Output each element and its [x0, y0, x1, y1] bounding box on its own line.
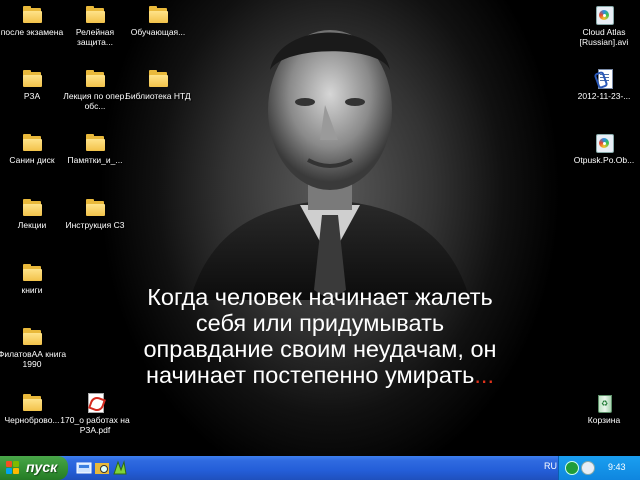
desktop-icon-obuchayushchaya[interactable]: Обучающая...: [122, 4, 194, 37]
desktop-icon-rza[interactable]: РЗА: [0, 68, 68, 101]
folder-icon: [21, 4, 43, 24]
volume-icon[interactable]: [581, 461, 595, 475]
desktop-icon-biblioteka-ntd[interactable]: Библиотека НТД: [122, 68, 194, 101]
start-label: пуск: [26, 459, 58, 475]
folder-icon: [84, 197, 106, 217]
icon-label: 2012-11-23-...: [577, 91, 631, 101]
desktop: Когда человек начинает жалеть себя или п…: [0, 0, 640, 456]
folder-icon: [84, 4, 106, 24]
pdf-icon: [84, 392, 106, 413]
show-desktop-icon[interactable]: [76, 460, 92, 476]
quote-ellipsis: ...: [474, 362, 494, 388]
desktop-icon-cloud-atlas[interactable]: Cloud Atlas [Russian].avi: [568, 4, 640, 47]
document-icon: [593, 68, 615, 90]
icon-label: после экзамена: [0, 27, 64, 37]
desktop-icon-sanin-disk[interactable]: Санин диск: [0, 132, 68, 165]
icon-label: 170_о работах на РЗА.pdf: [60, 415, 130, 435]
icon-label: Черноброво...: [4, 415, 60, 425]
desktop-icon-recycle-bin[interactable]: ♻ Корзина: [568, 392, 640, 425]
quote-text: Когда человек начинает жалеть себя или п…: [143, 284, 497, 388]
icon-label: Корзина: [587, 415, 621, 425]
desktop-icon-filatov[interactable]: ФилатовАА книга 1990: [0, 326, 68, 369]
folder-icon: [21, 392, 43, 412]
icon-label: Лекции: [17, 220, 47, 230]
desktop-icon-otpusk[interactable]: Otpusk.Po.Ob...: [568, 132, 640, 165]
folder-icon: [147, 68, 169, 88]
icon-label: Лекция по опер. обс...: [63, 91, 127, 111]
network-icon[interactable]: [565, 461, 579, 475]
icon-label: ФилатовАА книга 1990: [0, 349, 67, 369]
folder-icon: [147, 4, 169, 24]
folder-icon: [84, 68, 106, 88]
desktop-icon-knigi[interactable]: книги: [0, 262, 68, 295]
taskbar: пуск RU 9:43: [0, 456, 640, 480]
explorer-icon[interactable]: [94, 460, 110, 476]
desktop-icon-instruktsiya-s3[interactable]: Инструкция С3: [59, 197, 131, 230]
desktop-icon-chernobrovo[interactable]: Черноброво...: [0, 392, 68, 425]
icon-label: Релейная защита...: [75, 27, 115, 47]
desktop-icon-170-pdf[interactable]: 170_о работах на РЗА.pdf: [59, 392, 131, 435]
icon-label: Cloud Atlas [Russian].avi: [579, 27, 629, 47]
clock[interactable]: 9:43: [608, 462, 626, 472]
system-tray: [558, 456, 640, 480]
desktop-icon-lektsiya-po-oper[interactable]: Лекция по опер. обс...: [59, 68, 131, 111]
folder-icon: [21, 262, 43, 282]
wallpaper-quote: Когда человек начинает жалеть себя или п…: [130, 284, 510, 388]
desktop-icon-releinaya-zashchita[interactable]: Релейная защита...: [59, 4, 131, 47]
icon-label: Обучающая...: [130, 27, 186, 37]
desktop-icon-pamyatki[interactable]: Памятки_и_...: [59, 132, 131, 165]
folder-icon: [21, 132, 43, 152]
icon-label: РЗА: [23, 91, 41, 101]
icon-label: Otpusk.Po.Ob...: [573, 155, 635, 165]
icon-label: Памятки_и_...: [67, 155, 123, 165]
folder-icon: [21, 326, 43, 346]
desktop-icon-2012-11-23[interactable]: 2012-11-23-...: [568, 68, 640, 101]
folder-icon: [84, 132, 106, 152]
language-indicator[interactable]: RU: [544, 461, 557, 471]
windows-logo-icon: [6, 461, 20, 475]
icon-label: Санин диск: [9, 155, 55, 165]
media-file-icon: [593, 4, 615, 25]
start-button[interactable]: пуск: [0, 456, 68, 480]
desktop-icon-lektsii[interactable]: Лекции: [0, 197, 68, 230]
wallpaper-portrait: [190, 30, 470, 300]
folder-icon: [21, 197, 43, 217]
icon-label: Инструкция С3: [65, 220, 125, 230]
folder-icon: [21, 68, 43, 88]
media-file-icon: [593, 132, 615, 153]
media-player-icon[interactable]: [112, 460, 128, 476]
icon-label: книги: [21, 285, 43, 295]
desktop-icon-posle-ekzamena[interactable]: после экзамена: [0, 4, 68, 37]
icon-label: Библиотека НТД: [125, 91, 191, 101]
recycle-bin-icon: ♻: [593, 392, 615, 413]
